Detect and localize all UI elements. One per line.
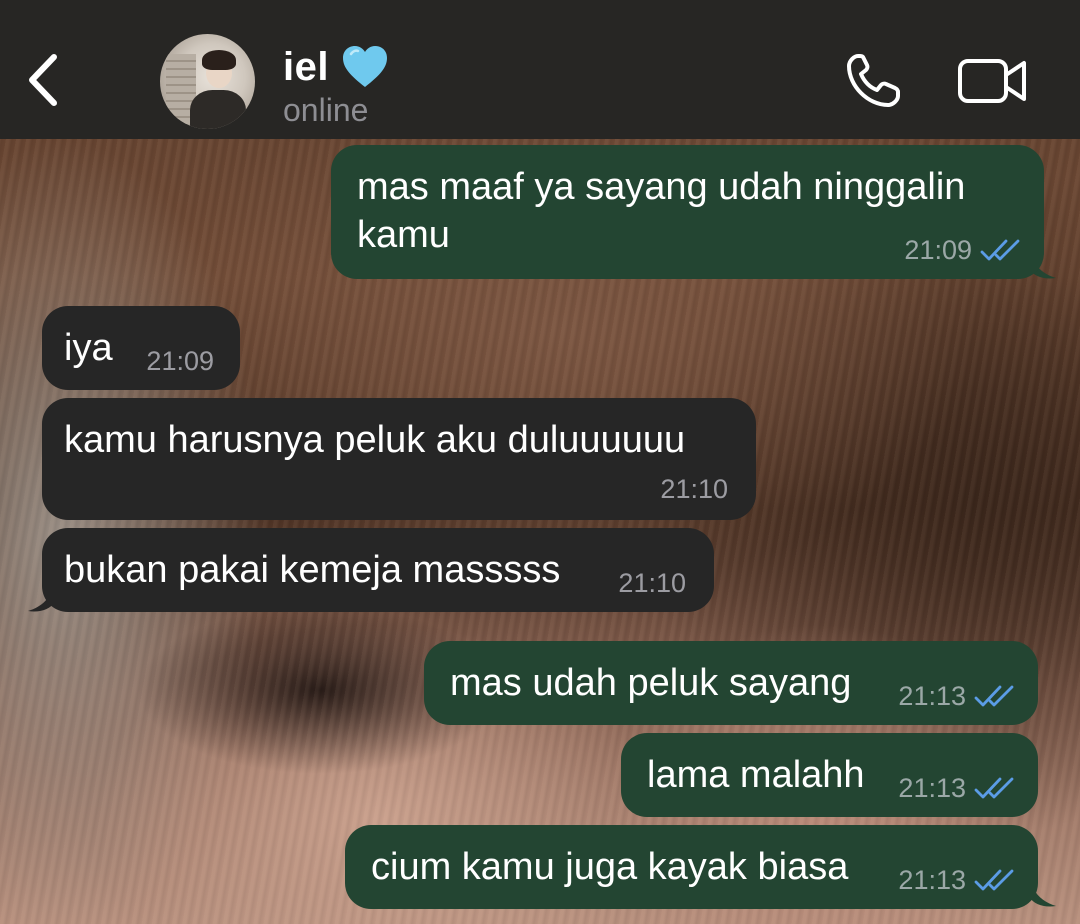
message-text: iya [64,327,113,369]
message-text: lama malahh [647,754,865,796]
double-check-read-icon [974,869,1014,891]
contact-name-text: iel [283,44,329,89]
message-bubble-outgoing[interactable]: mas maaf ya sayang udah ninggalin kamu 2… [331,145,1044,279]
video-call-button[interactable] [956,55,1030,107]
message-time: 21:09 [146,346,214,376]
contact-status: online [283,92,369,128]
video-camera-icon [958,59,1026,103]
message-time: 21:10 [618,568,686,598]
chat-screen: iel online mas maaf ya sayang udah ningg… [0,0,1080,924]
message-bubble-outgoing[interactable]: mas udah peluk sayang 21:13 [424,641,1038,725]
double-check-read-icon [980,239,1020,261]
phone-icon [847,54,900,107]
back-button[interactable] [18,52,68,108]
message-time: 21:09 [904,235,972,265]
message-bubble-outgoing[interactable]: lama malahh 21:13 [621,733,1038,817]
contact-name[interactable]: iel [283,38,389,96]
message-time: 21:13 [898,865,966,895]
message-time: 21:13 [898,681,966,711]
contact-avatar[interactable] [160,34,255,129]
double-check-read-icon [974,777,1014,799]
voice-call-button[interactable] [844,52,904,110]
message-time: 21:10 [660,474,728,504]
message-text: bukan pakai kemeja masssss [64,549,561,591]
message-bubble-outgoing[interactable]: cium kamu juga kayak biasa 21:13 [345,825,1038,909]
message-bubble-incoming[interactable]: kamu harusnya peluk aku duluuuuuu 21:10 [42,398,756,520]
message-text: cium kamu juga kayak biasa [371,846,849,888]
message-text: mas maaf ya sayang udah ninggalin kamu [357,166,976,256]
chevron-left-icon [29,54,57,106]
message-bubble-incoming[interactable]: bukan pakai kemeja masssss 21:10 [42,528,714,612]
message-bubble-incoming[interactable]: iya 21:09 [42,306,240,390]
chat-header: iel online [0,0,1080,139]
message-text: kamu harusnya peluk aku duluuuuuu [64,419,686,461]
message-time: 21:13 [898,773,966,803]
message-text: mas udah peluk sayang [450,662,852,704]
light-blue-heart-icon [342,46,387,87]
double-check-read-icon [974,685,1014,707]
